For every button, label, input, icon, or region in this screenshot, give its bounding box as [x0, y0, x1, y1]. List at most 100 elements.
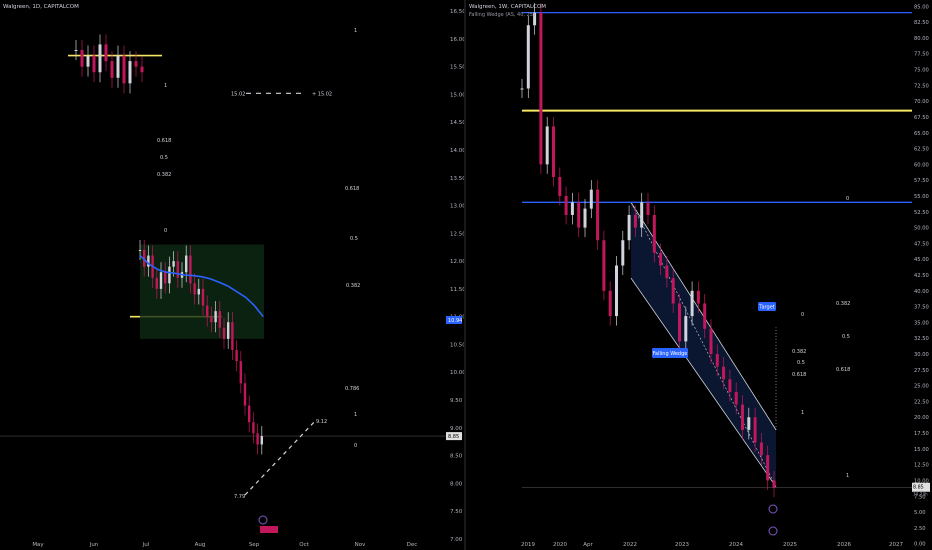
price-tick-label: 45.00 — [914, 257, 929, 263]
fib-label: 0.786 — [345, 386, 359, 392]
candle-body — [722, 366, 726, 380]
price-tick-label: 82.50 — [914, 20, 929, 26]
time-tick-label: Jun — [89, 542, 99, 548]
candle-body — [602, 240, 606, 291]
candle-body — [193, 283, 196, 295]
fib-label: 0.5 — [842, 334, 850, 340]
fib-label: 0.382 — [157, 172, 171, 178]
time-tick-label: 2027 — [889, 542, 903, 548]
candle-body — [159, 272, 163, 289]
candle-body — [539, 12, 543, 165]
price-tick-label: 13.00 — [450, 204, 464, 210]
candle-body — [558, 177, 562, 196]
candle-body — [772, 480, 776, 488]
price-tick-label: 67.50 — [914, 115, 929, 121]
candle-body — [766, 455, 770, 481]
price-badge-label: 8.85 — [448, 434, 459, 440]
candle-body — [155, 277, 158, 289]
price-tick-label: 16.00 — [450, 37, 464, 43]
candle-body — [189, 255, 192, 284]
price-tick-label: 14.00 — [450, 148, 464, 154]
price-tick-label: 55.00 — [914, 194, 929, 200]
candle-body — [520, 88, 524, 90]
candle-body — [709, 328, 713, 355]
candle-body — [168, 266, 171, 284]
left-chart-panel[interactable]: Walgreen, 1D, CAPITALCOM 7.79 9.12 15.02 + … — [0, 0, 464, 550]
candle-body — [256, 433, 259, 445]
price-tick-label: 75.00 — [914, 68, 929, 74]
candle-body — [526, 25, 530, 89]
candle-body — [577, 202, 581, 228]
candle-body — [110, 61, 114, 78]
price-tick-label: 47.50 — [914, 241, 929, 247]
candle-body — [206, 305, 209, 317]
fib-label: 0.618 — [157, 138, 171, 144]
price-tick-label: 57.50 — [914, 178, 929, 184]
candle-body — [671, 278, 675, 304]
fib-label: 0 — [164, 228, 167, 234]
price-tick-label: 80.00 — [914, 36, 929, 42]
time-tick-label: 2020 — [553, 542, 567, 548]
price-tick-label: 25.00 — [914, 384, 929, 390]
price-tick-label: 11.50 — [450, 287, 464, 293]
price-tick-label: 10.00 — [450, 370, 464, 376]
fib-label: 1 — [801, 410, 804, 416]
price-tick-label: 16.50 — [450, 9, 464, 15]
price-tick-label: 60.00 — [914, 162, 929, 168]
candle-body — [243, 383, 247, 406]
left-chart-svg[interactable]: 7.79 9.12 15.02 + 15.02 0.618 0.5 0.382 0.618 0.… — [0, 0, 464, 550]
fib-label: 1 — [846, 473, 849, 479]
price-tick-label: 32.50 — [914, 336, 929, 342]
price-tick-label: 10.50 — [450, 342, 464, 348]
candle-body — [260, 436, 263, 445]
price-tick-label: 8.00 — [450, 481, 463, 487]
price-tick-label: 12.50 — [914, 463, 929, 469]
candle-body — [235, 350, 238, 362]
candle-body — [116, 55, 120, 78]
candle-body — [615, 265, 618, 317]
price-tick-label: 37.50 — [914, 305, 929, 311]
price-tick-label: 20.00 — [914, 415, 929, 421]
event-badge-icon — [260, 526, 278, 533]
candle-body — [747, 417, 751, 430]
price-tick-label: 77.50 — [914, 52, 929, 58]
fib-label: 0.5 — [350, 236, 358, 242]
dashed-level-left: 15.02 — [231, 91, 245, 97]
price-tick-label: 17.50 — [914, 431, 929, 437]
candle-body — [646, 202, 650, 215]
price-tick-label: 12.50 — [450, 231, 464, 237]
candle-body — [248, 405, 251, 423]
fib-label: 0.382 — [836, 301, 850, 307]
fib-label: 0 — [354, 443, 357, 449]
pattern-label: Falling Wedge — [653, 351, 688, 357]
candle-body — [696, 290, 700, 304]
candle-body — [218, 311, 221, 328]
candle-body — [214, 311, 217, 323]
candle-body — [552, 126, 555, 178]
candle-body — [684, 316, 688, 342]
price-tick-label: 7.00 — [450, 537, 463, 543]
fib-label: 1 — [164, 83, 167, 89]
fib-label: 0.618 — [792, 372, 806, 378]
time-tick-label: 2026 — [837, 542, 851, 548]
price-tick-label: 15.00 — [450, 92, 464, 98]
fib-label: 0.618 — [836, 367, 850, 373]
candle-body — [231, 322, 234, 350]
time-tick-label: 2022 — [623, 542, 637, 548]
right-chart-svg[interactable]: Falling Wedge Target 0.382 0.5 0.618 0.382 0.5… — [466, 0, 932, 550]
price-tick-label: 22.50 — [914, 399, 929, 405]
right-chart-panel[interactable]: Walgreen, 1W, CAPITALCOM Falling Wedge (… — [466, 0, 932, 550]
fib-label: 0 — [801, 312, 804, 318]
price-badge-label: 10.94 — [448, 318, 462, 324]
dashed-level-right: + 15.02 — [312, 91, 332, 97]
candle-body — [627, 214, 631, 241]
price-tick-label: 9.00 — [450, 426, 463, 432]
price-tick-label: 30.00 — [914, 352, 929, 358]
candle-body — [222, 327, 226, 339]
price-tick-label: 9.50 — [450, 398, 463, 404]
candle-body — [564, 195, 568, 215]
candle-body — [589, 189, 593, 209]
projection-end-label: 9.12 — [316, 419, 327, 425]
candle-body — [728, 379, 732, 392]
left-chart-header: Walgreen, 1D, CAPITALCOM — [3, 4, 79, 10]
